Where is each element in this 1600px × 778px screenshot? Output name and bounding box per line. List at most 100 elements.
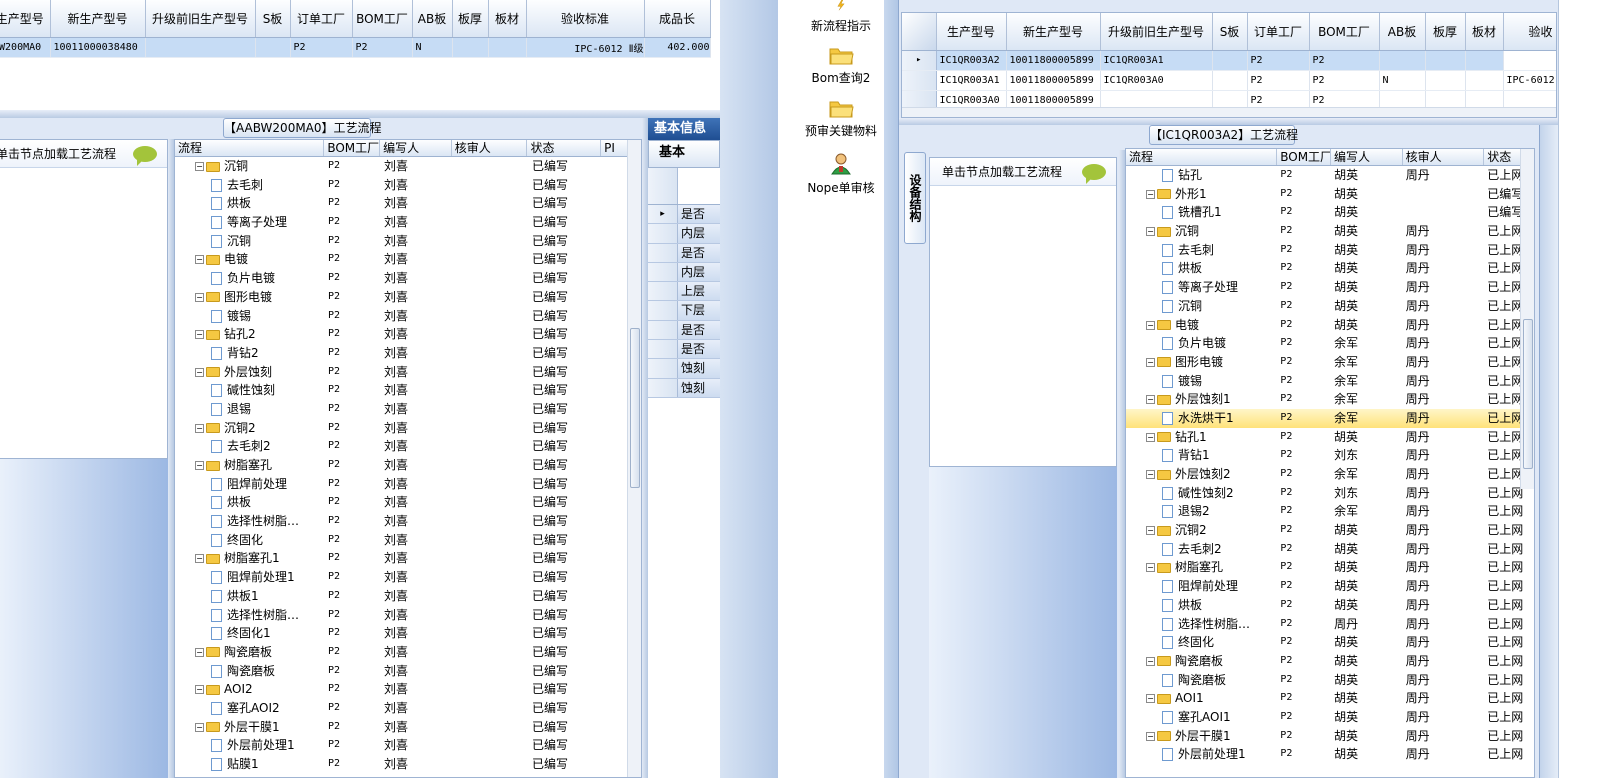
tree-row[interactable]: 去毛刺 P2 胡英 周丹 已上网 — [1126, 241, 1534, 260]
tree-col-header[interactable]: 状态 — [527, 140, 602, 156]
tree-row[interactable]: − 沉铜2 P2 刘喜 已编写 — [175, 419, 641, 438]
tree-node-cell[interactable]: − 外层干膜1 — [175, 718, 325, 737]
right-grid-col-header[interactable]: AB板 — [1379, 13, 1426, 51]
tree-node-cell[interactable]: 外层前处理1 — [175, 736, 325, 755]
tree-row[interactable]: − 钻孔1 P2 胡英 周丹 已上网 — [1126, 428, 1534, 447]
right-grid-cell[interactable]: P2 — [1247, 50, 1310, 71]
tree-row[interactable]: − 钻孔2 P2 刘喜 已编写 — [175, 325, 641, 344]
tree-row[interactable]: 去毛刺 P2 刘喜 已编写 — [175, 176, 641, 195]
left-grid-cell[interactable]: BW200MA0 — [0, 37, 51, 58]
tree-row[interactable]: 负片电镀 P2 余军 周丹 已上网 — [1126, 334, 1534, 353]
tree-node-cell[interactable]: 烘板 — [175, 194, 325, 213]
left-h-splitter[interactable] — [0, 110, 720, 118]
collapse-toggle-icon[interactable]: − — [1146, 189, 1155, 199]
left-grid-cell[interactable]: 10011000038480 — [50, 37, 146, 58]
tree-node-cell[interactable]: 退锡 — [175, 400, 325, 419]
tree-node-cell[interactable]: 背钻2 — [175, 344, 325, 363]
right-tree-scrollbar[interactable] — [1520, 149, 1534, 489]
right-grid-cell[interactable] — [1212, 50, 1248, 71]
tree-row[interactable]: 沉铜 P2 胡英 周丹 已上网 — [1126, 297, 1534, 316]
right-grid-cell[interactable]: N — [1379, 70, 1426, 91]
left-grid-col-header[interactable]: AB板 — [412, 0, 453, 38]
right-grid-cell[interactable]: IC1QR003A2 — [936, 50, 1007, 71]
left-grid-col-header[interactable]: S板 — [255, 0, 291, 38]
tree-node-cell[interactable]: 去毛刺 — [175, 176, 325, 195]
tree-row[interactable]: − 外形1 P2 胡英 已编写 — [1126, 185, 1534, 204]
left-grid-col-header[interactable]: 成品长 — [644, 0, 711, 38]
tree-node-cell[interactable]: 去毛刺2 — [175, 437, 325, 456]
tree-row[interactable]: 背钻1 P2 刘东 周丹 已上网 — [1126, 446, 1534, 465]
collapse-toggle-icon[interactable]: − — [1146, 432, 1155, 442]
tree-row[interactable]: 选择性树脂… P2 刘喜 已编写 — [175, 606, 641, 625]
tree-node-cell[interactable]: − 外层干膜1 — [1126, 727, 1277, 746]
right-grid-col-header[interactable]: BOM工厂 — [1309, 13, 1380, 51]
left-grid-col-header[interactable]: 升级前旧生产型号 — [145, 0, 256, 38]
left-grid-col-header[interactable]: 板材 — [488, 0, 527, 38]
tree-row[interactable]: 终固化 P2 刘喜 已编写 — [175, 531, 641, 550]
left-grid-col-header[interactable]: 订单工厂 — [290, 0, 353, 38]
tree-node-cell[interactable]: 陶瓷磨板 — [175, 662, 325, 681]
tree-row[interactable]: 去毛刺2 P2 刘喜 已编写 — [175, 437, 641, 456]
right-grid-cell[interactable] — [1503, 50, 1556, 71]
tree-node-cell[interactable]: 铣槽孔1 — [1126, 203, 1277, 222]
tree-node-cell[interactable]: − AOI1 — [1126, 689, 1277, 708]
collapse-toggle-icon[interactable]: − — [1146, 320, 1155, 330]
right-grid-col-header[interactable]: 升级前旧生产型号 — [1100, 13, 1213, 51]
tree-col-header[interactable]: 流程 — [1126, 149, 1278, 165]
left-grid-col-header[interactable]: 新生产型号 — [50, 0, 146, 38]
tree-node-cell[interactable]: 烘板 — [1126, 259, 1277, 278]
tree-row[interactable]: 外层前处理1 P2 刘喜 已编写 — [175, 736, 641, 755]
left-grid-col-header[interactable]: 板厚 — [452, 0, 489, 38]
right-grid-cell[interactable]: IC1QR003A1 — [936, 70, 1007, 91]
tree-row[interactable]: 终固化1 P2 刘喜 已编写 — [175, 624, 641, 643]
tree-row[interactable]: 钻孔 P2 胡英 周丹 已上网 — [1126, 166, 1534, 185]
collapse-toggle-icon[interactable]: − — [195, 330, 204, 340]
tree-row[interactable]: − 沉铜 P2 胡英 周丹 已上网 — [1126, 222, 1534, 241]
basic-info-row[interactable]: 是否 — [648, 320, 720, 341]
right-grid-row[interactable]: ▸ IC1QR003A2 10011800005899 IC1QR003A1 P2 P2 — [902, 50, 1556, 71]
tree-row[interactable]: − 陶瓷磨板 P2 刘喜 已编写 — [175, 643, 641, 662]
basic-info-row[interactable]: 蚀刻 — [648, 359, 720, 379]
tree-row[interactable]: 贴膜1 P2 刘喜 已编写 — [175, 755, 641, 774]
basic-info-row[interactable]: ▸ 是否 — [648, 205, 720, 225]
right-grid-cell[interactable]: IC1QR003A1 — [1100, 50, 1213, 71]
tree-row[interactable]: 碱性蚀刻2 P2 刘东 周丹 已上网 — [1126, 484, 1534, 503]
right-grid-col-header[interactable]: 新生产型号 — [1006, 13, 1101, 51]
right-grid-hscroll[interactable] — [902, 107, 1556, 117]
right-grid-cell[interactable]: P2 — [1247, 70, 1310, 91]
tree-row[interactable]: 水洗烘干1 P2 余军 周丹 已上网 — [1126, 408, 1534, 428]
left-grid-cell[interactable]: P2 — [290, 37, 353, 58]
collapse-toggle-icon[interactable]: − — [1146, 731, 1155, 741]
tree-node-cell[interactable]: 等离子处理 — [1126, 278, 1277, 297]
tree-node-cell[interactable]: 烘板 — [1126, 596, 1277, 615]
tree-col-header[interactable]: 编写人 — [1331, 149, 1403, 165]
tree-node-cell[interactable]: 陶瓷磨板 — [1126, 671, 1277, 690]
tree-row[interactable]: 沉铜 P2 刘喜 已编写 — [175, 232, 641, 251]
tree-row[interactable]: − 外层蚀刻2 P2 余军 周丹 已上网 — [1126, 465, 1534, 484]
tree-row[interactable]: 负片电镀 P2 刘喜 已编写 — [175, 269, 641, 288]
collapse-toggle-icon[interactable]: − — [195, 292, 204, 302]
tree-col-header[interactable]: 核审人 — [452, 140, 528, 156]
right-grid-cell[interactable] — [1425, 50, 1466, 71]
tree-node-cell[interactable]: 镀锡 — [1126, 372, 1277, 391]
right-grid-cell[interactable]: IPC-6012 — [1503, 70, 1556, 91]
tree-node-cell[interactable]: 阻焊前处理 — [1126, 577, 1277, 596]
tree-node-cell[interactable]: 选择性树脂… — [1126, 615, 1277, 634]
tree-col-header[interactable]: BOM工厂 — [1277, 149, 1331, 165]
tree-node-cell[interactable]: − 树脂塞孔 — [175, 456, 325, 475]
tree-row[interactable]: − 电镀 P2 刘喜 已编写 — [175, 250, 641, 269]
tree-row[interactable]: 镀锡 P2 余军 周丹 已上网 — [1126, 372, 1534, 391]
tree-node-cell[interactable]: 背钻1 — [1126, 446, 1277, 465]
tree-node-cell[interactable]: 负片电镀 — [1126, 334, 1277, 353]
tree-col-header[interactable]: 核审人 — [1403, 149, 1485, 165]
tree-node-cell[interactable]: 沉铜 — [175, 232, 325, 251]
tree-row[interactable]: 铣槽孔1 P2 胡英 已编写 — [1126, 203, 1534, 222]
collapse-toggle-icon[interactable]: − — [195, 423, 204, 433]
right-side-tab[interactable]: 设备结构 — [904, 152, 926, 244]
tree-node-cell[interactable]: 烘板 — [175, 493, 325, 512]
tree-node-cell[interactable]: 选择性树脂… — [175, 512, 325, 531]
tree-row[interactable]: 退锡2 P2 余军 周丹 已上网 — [1126, 502, 1534, 521]
tree-node-cell[interactable]: 沉铜 — [1126, 297, 1277, 316]
tree-col-header[interactable]: 流程 — [175, 140, 325, 156]
tree-row[interactable]: 烘板 P2 胡英 周丹 已上网 — [1126, 596, 1534, 615]
